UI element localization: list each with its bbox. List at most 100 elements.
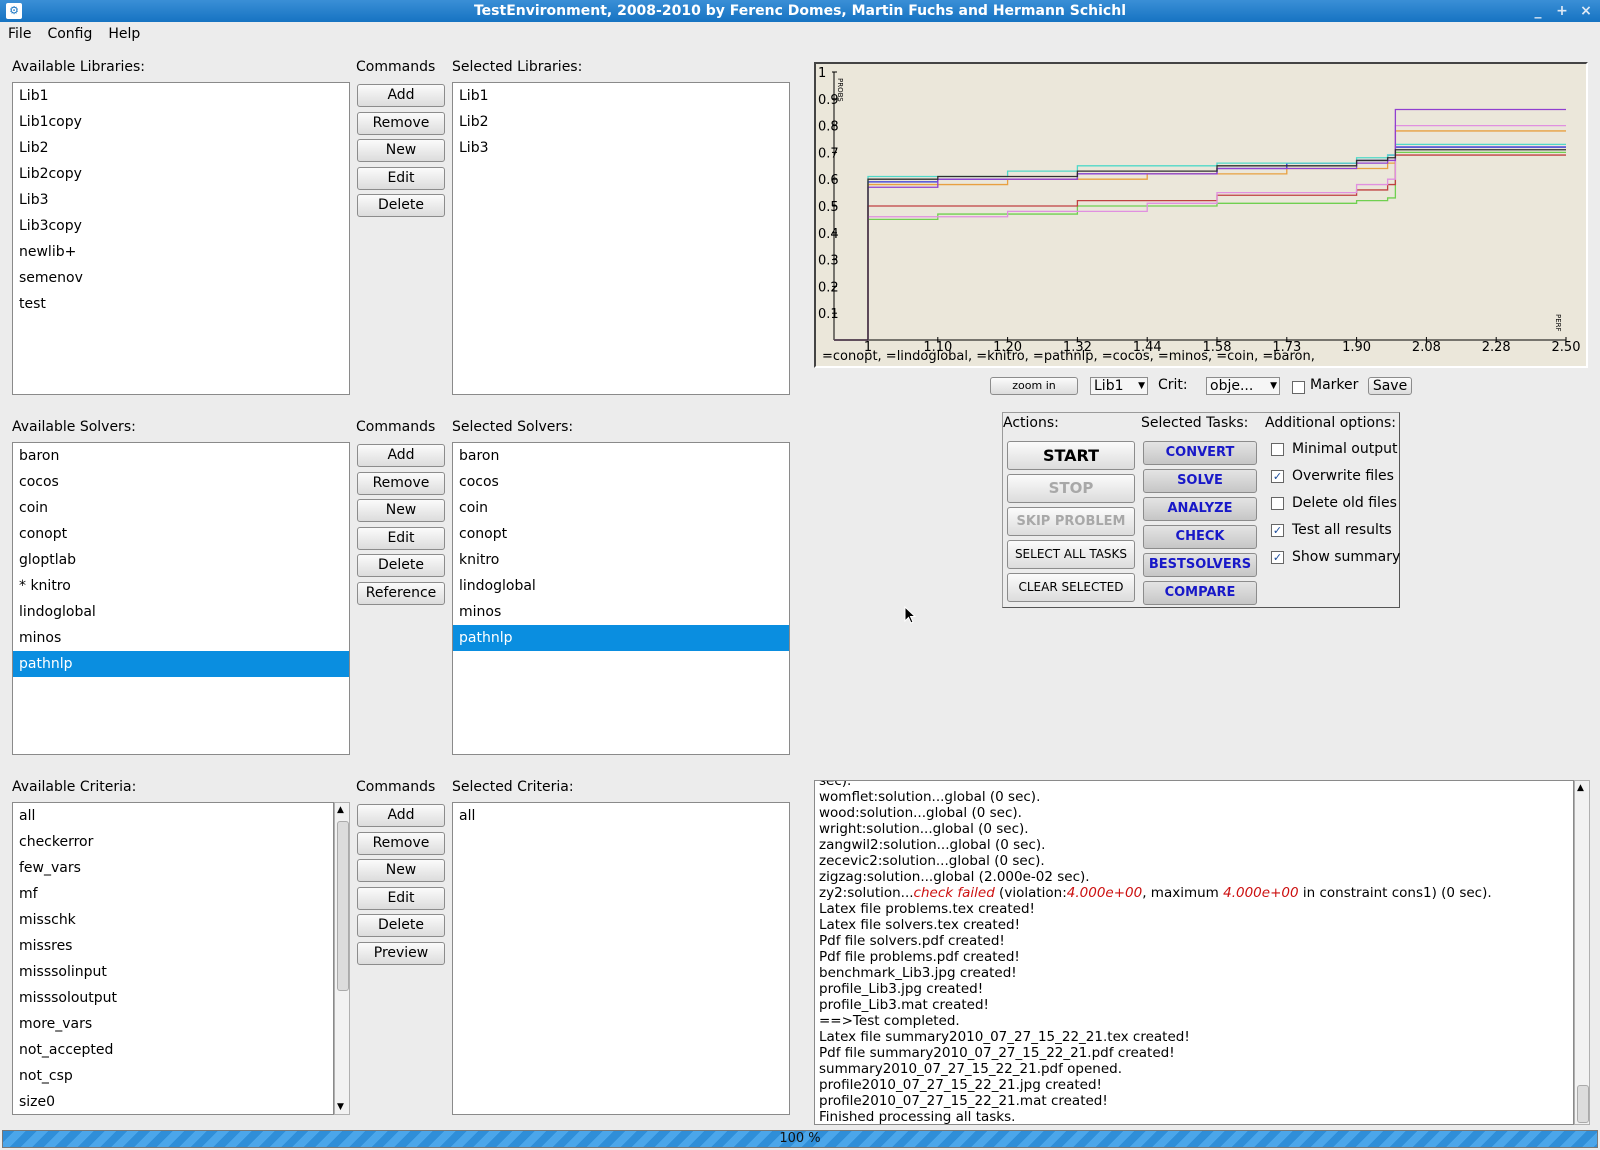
list-item[interactable]: Lib2	[13, 135, 349, 161]
list-item[interactable]: Lib2copy	[13, 161, 349, 187]
option-row[interactable]: ✓ Test all results	[1271, 522, 1392, 538]
list-item[interactable]: lindoglobal	[13, 599, 349, 625]
list-item[interactable]: baron	[13, 443, 349, 469]
menu-file[interactable]: File	[0, 26, 39, 42]
list-item[interactable]: misssolinput	[13, 959, 333, 985]
list-item[interactable]: conopt	[13, 521, 349, 547]
list-item[interactable]: minos	[453, 599, 789, 625]
option-checkbox[interactable]: ✓	[1271, 523, 1284, 537]
criteria-preview-button[interactable]: Preview	[357, 941, 445, 965]
library-select[interactable]: Lib1 ▼	[1090, 377, 1148, 395]
list-item[interactable]: checkerror	[13, 829, 333, 855]
list-item[interactable]: Lib1	[453, 83, 789, 109]
skip-problem-button[interactable]: SKIP PROBLEM	[1007, 507, 1135, 536]
start-button[interactable]: START	[1007, 441, 1135, 470]
selected-solvers-list[interactable]: baron cocos coin conopt knitro lindoglobal min…	[452, 442, 790, 755]
task-compare-button[interactable]: COMPARE	[1143, 581, 1257, 605]
log-scroll-thumb[interactable]	[1577, 1085, 1589, 1123]
option-checkbox[interactable]: ✓	[1271, 469, 1284, 483]
task-solve-button[interactable]: SOLVE	[1143, 469, 1257, 493]
library-add-button[interactable]: Add	[357, 84, 445, 107]
list-item[interactable]: size0	[13, 1089, 333, 1114]
criteria-edit-button[interactable]: Edit	[357, 886, 445, 910]
list-item[interactable]: Lib3copy	[13, 213, 349, 239]
list-item[interactable]: conopt	[453, 521, 789, 547]
list-item[interactable]: all	[453, 803, 789, 829]
option-row[interactable]: ✓ Overwrite files	[1271, 468, 1394, 484]
list-item[interactable]: Lib1copy	[13, 109, 349, 135]
list-item[interactable]: cocos	[453, 469, 789, 495]
library-delete-button[interactable]: Delete	[357, 194, 445, 217]
task-bestsolvers-button[interactable]: BESTSOLVERS	[1143, 553, 1257, 577]
option-row[interactable]: Delete old files	[1271, 495, 1397, 511]
selected-libraries-list[interactable]: Lib1 Lib2 Lib3	[452, 82, 790, 395]
list-item[interactable]: pathnlp	[453, 625, 789, 651]
menu-config[interactable]: Config	[39, 26, 100, 42]
zoom-in-button[interactable]: zoom in	[990, 377, 1078, 395]
option-checkbox[interactable]	[1271, 496, 1284, 510]
list-item[interactable]: all	[13, 803, 333, 829]
list-item[interactable]: misssoloutput	[13, 985, 333, 1011]
option-checkbox[interactable]: ✓	[1271, 550, 1284, 564]
scroll-down-icon[interactable]: ▼	[337, 1102, 344, 1112]
log-scrollbar[interactable]: ▲	[1574, 780, 1590, 1125]
list-item[interactable]: gloptlab	[13, 547, 349, 573]
maximize-icon[interactable]: +	[1552, 2, 1572, 20]
library-new-button[interactable]: New	[357, 139, 445, 162]
available-solvers-list[interactable]: baron cocos coin conopt gloptlab * knitro lind…	[12, 442, 350, 755]
criteria-add-button[interactable]: Add	[357, 804, 445, 827]
task-analyze-button[interactable]: ANALYZE	[1143, 497, 1257, 521]
task-convert-button[interactable]: CONVERT	[1143, 441, 1257, 465]
available-criteria-list[interactable]: all checkerror few_vars mf misschk missres mis…	[12, 802, 334, 1115]
criteria-scrollbar[interactable]: ▲ ▼	[334, 802, 350, 1115]
list-item[interactable]: Lib2	[453, 109, 789, 135]
list-item[interactable]: minos	[13, 625, 349, 651]
list-item[interactable]: newlib+	[13, 239, 349, 265]
list-item[interactable]: misschk	[13, 907, 333, 933]
library-edit-button[interactable]: Edit	[357, 166, 445, 190]
menu-help[interactable]: Help	[100, 26, 148, 42]
criteria-delete-button[interactable]: Delete	[357, 914, 445, 937]
list-item[interactable]: Lib3	[453, 135, 789, 161]
solver-reference-button[interactable]: Reference	[357, 581, 445, 605]
option-checkbox[interactable]	[1271, 442, 1284, 456]
log-output[interactable]: sec). womflet:solution...global (0 sec).…	[814, 780, 1574, 1125]
list-item[interactable]: not_csp	[13, 1063, 333, 1089]
list-item[interactable]: test	[13, 291, 349, 317]
list-item[interactable]: semenov	[13, 265, 349, 291]
solver-delete-button[interactable]: Delete	[357, 554, 445, 577]
list-item[interactable]: few_vars	[13, 855, 333, 881]
solver-new-button[interactable]: New	[357, 499, 445, 522]
list-item[interactable]: baron	[453, 443, 789, 469]
list-item[interactable]: Lib1	[13, 83, 349, 109]
list-item[interactable]: lindoglobal	[453, 573, 789, 599]
solver-add-button[interactable]: Add	[357, 444, 445, 467]
list-item[interactable]: missres	[13, 933, 333, 959]
save-chart-button[interactable]: Save	[1368, 377, 1412, 395]
criteria-scroll-thumb[interactable]	[337, 821, 349, 991]
list-item[interactable]: more_vars	[13, 1011, 333, 1037]
scroll-up-icon[interactable]: ▲	[337, 805, 344, 815]
minimize-icon[interactable]: _	[1528, 2, 1548, 20]
available-libraries-list[interactable]: Lib1 Lib1copy Lib2 Lib2copy Lib3 Lib3copy newl…	[12, 82, 350, 395]
criteria-new-button[interactable]: New	[357, 859, 445, 882]
list-item[interactable]: knitro	[453, 547, 789, 573]
option-row[interactable]: ✓ Show summary	[1271, 549, 1400, 565]
marker-checkbox[interactable]	[1292, 381, 1305, 394]
task-check-button[interactable]: CHECK	[1143, 525, 1257, 549]
list-item[interactable]: coin	[13, 495, 349, 521]
list-item[interactable]: not_accepted	[13, 1037, 333, 1063]
list-item[interactable]: cocos	[13, 469, 349, 495]
list-item[interactable]: Lib3	[13, 187, 349, 213]
list-item[interactable]: pathnlp	[13, 651, 349, 677]
solver-edit-button[interactable]: Edit	[357, 526, 445, 550]
select-all-tasks-button[interactable]: SELECT ALL TASKS	[1007, 540, 1135, 569]
clear-selected-button[interactable]: CLEAR SELECTED	[1007, 573, 1135, 602]
list-item[interactable]: mf	[13, 881, 333, 907]
stop-button[interactable]: STOP	[1007, 474, 1135, 503]
solver-remove-button[interactable]: Remove	[357, 471, 445, 495]
library-remove-button[interactable]: Remove	[357, 111, 445, 135]
criterion-select[interactable]: obje... ▼	[1206, 377, 1280, 395]
list-item[interactable]: * knitro	[13, 573, 349, 599]
close-icon[interactable]: ×	[1576, 2, 1596, 20]
